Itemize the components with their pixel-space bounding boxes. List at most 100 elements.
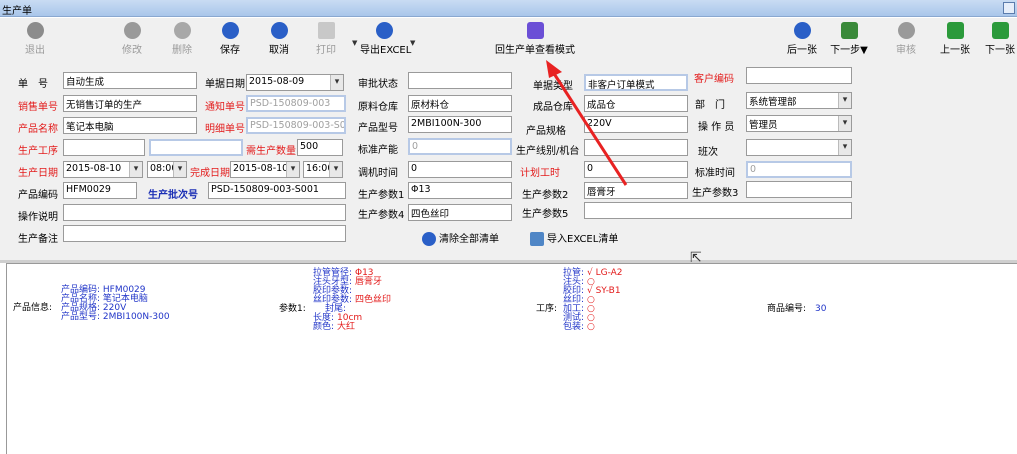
std-capacity-field[interactable]: 0 <box>408 138 512 155</box>
plan-hours-label: 计划工时 <box>520 168 560 179</box>
swap-arrows-icon <box>946 22 964 39</box>
shift-label: 班次 <box>698 147 718 158</box>
param4-field[interactable]: 四色丝印 <box>408 204 512 221</box>
close-icon <box>270 22 288 39</box>
exit-icon <box>26 22 44 39</box>
toolbar: 退出 修改 删除 保存 取消 打印 ▼ 导出EXCEL ▼ 回生产单查看模式 后… <box>0 18 1017 60</box>
note-label: 生产备注 <box>18 234 58 245</box>
std-time-label: 标准时间 <box>695 168 735 179</box>
audit-icon <box>897 22 915 39</box>
batch-no-field[interactable]: PSD-150809-003-S001 <box>208 182 346 199</box>
shift-select[interactable] <box>746 139 852 156</box>
next-sheet-button[interactable]: 下一张 <box>982 20 1017 60</box>
process-label: 生产工序 <box>18 146 58 157</box>
process-key: 包装: <box>563 322 585 332</box>
process-field[interactable] <box>63 139 145 156</box>
import-excel-button[interactable]: 导入EXCEL清单 <box>530 230 618 248</box>
detail-no-field[interactable]: PSD-150809-003-S001 <box>246 117 346 134</box>
product-name-label: 产品名称 <box>18 124 58 135</box>
product-warehouse-field[interactable]: 成品仓 <box>584 95 688 112</box>
sales-no-label: 销售单号 <box>18 102 58 113</box>
window-title: 生产单 <box>2 6 32 17</box>
mouse-cursor-icon: ⇱ <box>690 250 702 266</box>
end-date-picker[interactable]: 2015-08-10 <box>230 161 300 178</box>
param2-field[interactable]: 唇膏牙 <box>584 182 688 199</box>
order-no-field[interactable]: 自动生成 <box>63 72 197 89</box>
param4-label: 生产参数4 <box>358 210 405 221</box>
check-icon <box>221 22 239 39</box>
raw-warehouse-label: 原料仓库 <box>358 102 398 113</box>
product-warehouse-label: 成品仓库 <box>533 102 573 113</box>
end-time-select[interactable]: 16:00 <box>303 161 343 178</box>
window-restore-button[interactable] <box>1003 2 1015 14</box>
model-field[interactable]: 2MBI100N-300 <box>408 116 512 133</box>
doc-type-field[interactable]: 非客户订单模式 <box>584 74 688 91</box>
std-time-field[interactable]: 0 <box>746 161 852 178</box>
std-capacity-label: 标准产能 <box>358 145 398 156</box>
adjust-time-label: 调机时间 <box>358 168 398 179</box>
param2-label: 生产参数2 <box>522 190 569 201</box>
plan-hours-field[interactable]: 0 <box>584 161 688 178</box>
end-date-label: 完成日期 <box>190 168 230 179</box>
cancel-button[interactable]: 取消 <box>257 20 301 60</box>
param1-field[interactable]: Φ13 <box>408 182 512 199</box>
date-picker[interactable]: 2015-08-09 <box>246 74 344 91</box>
qty-field[interactable]: 500 <box>297 139 343 156</box>
param-key: 颜色: <box>313 322 335 332</box>
previous-sheet-button[interactable]: 上一张 <box>933 20 977 60</box>
notice-no-label: 通知单号 <box>205 102 245 113</box>
param3-field[interactable] <box>746 181 852 198</box>
param5-field[interactable] <box>584 202 852 219</box>
save-button[interactable]: 保存 <box>208 20 252 60</box>
notice-no-field[interactable]: PSD-150809-003 <box>246 95 346 112</box>
detail-no-label: 明细单号 <box>205 124 245 135</box>
print-button[interactable]: 打印 <box>304 20 348 60</box>
next-step-button[interactable]: 下一步▼ <box>826 20 872 60</box>
raw-warehouse-field[interactable]: 原材料仓 <box>408 95 512 112</box>
product-name-field[interactable]: 笔记本电脑 <box>63 117 197 134</box>
goods-no-value: 30 <box>815 304 827 314</box>
product-info-label: 产品信息: <box>13 303 53 313</box>
export-dropdown-arrow[interactable]: ▼ <box>410 39 415 47</box>
param-value: 唇膏牙 <box>355 277 383 287</box>
refresh-icon <box>840 22 858 39</box>
export-excel-button[interactable]: 导出EXCEL <box>360 20 411 60</box>
adjust-time-field[interactable]: 0 <box>408 161 512 178</box>
note-field[interactable] <box>63 225 346 242</box>
start-date-label: 生产日期 <box>18 168 58 179</box>
view-mode-button[interactable]: 回生产单查看模式 <box>490 20 580 60</box>
audit-button[interactable]: 审核 <box>884 20 928 60</box>
next-record-button[interactable]: 后一张 <box>780 20 824 60</box>
print-preview-panel: 产品信息: 产品编码: HFM0029 产品名称: 笔记本电脑 产品规格: 22… <box>6 263 1017 454</box>
import-icon <box>530 232 544 246</box>
process-secondary-field[interactable] <box>149 139 243 156</box>
exit-button[interactable]: 退出 <box>13 20 57 60</box>
print-dropdown-arrow[interactable]: ▼ <box>352 39 357 47</box>
sales-no-field[interactable]: 无销售订单的生产 <box>63 95 197 112</box>
operator-label: 操 作 员 <box>698 122 735 133</box>
goods-no-label: 商品编号: <box>767 304 807 314</box>
batch-no-label: 生产批次号 <box>148 190 198 201</box>
title-bar: 生产单 <box>0 0 1017 17</box>
customer-code-label: 客户编码 <box>694 74 734 85</box>
delete-button[interactable]: 删除 <box>160 20 204 60</box>
model-label: 产品型号 <box>358 123 398 134</box>
minus-icon <box>173 22 191 39</box>
description-field[interactable] <box>63 204 346 221</box>
audit-status-label: 审批状态 <box>358 79 398 90</box>
param3-label: 生产参数3 <box>692 188 739 199</box>
start-date-picker[interactable]: 2015-08-10 <box>63 161 143 178</box>
production-form: 单 号 自动生成 单据日期 2015-08-09 审批状态 单据类型 非客户订单… <box>0 60 1017 260</box>
start-time-select[interactable]: 08:00 <box>147 161 187 178</box>
clear-list-button[interactable]: 清除全部清单 <box>422 230 499 248</box>
qty-label: 需生产数量 <box>246 146 296 157</box>
operator-select[interactable]: 管理员 <box>746 115 852 132</box>
preview-product-line: 产品型号: 2MBI100N-300 <box>61 312 170 322</box>
product-code-field[interactable]: HFM0029 <box>63 182 137 199</box>
spec-field[interactable]: 220V <box>584 116 688 133</box>
line-field[interactable] <box>584 139 688 156</box>
edit-button[interactable]: 修改 <box>110 20 154 60</box>
dept-select[interactable]: 系统管理部 <box>746 92 852 109</box>
customer-code-field[interactable] <box>746 67 852 84</box>
edit-icon <box>123 22 141 39</box>
